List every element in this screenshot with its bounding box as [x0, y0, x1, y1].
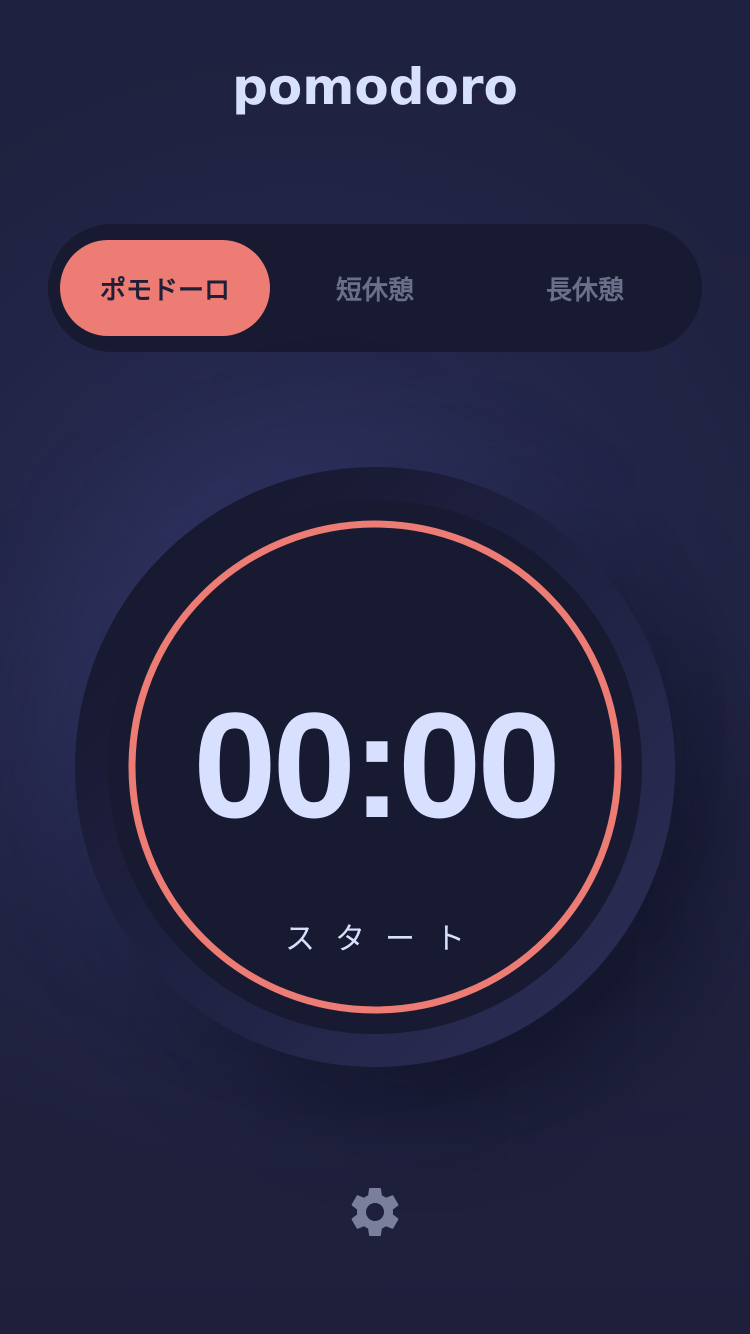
tab-short-break[interactable]: 短休憩: [270, 240, 480, 336]
gear-icon: [351, 1188, 399, 1236]
mode-selector: ポモドーロ 短休憩 長休憩: [48, 224, 702, 352]
tab-pomodoro[interactable]: ポモドーロ: [60, 240, 270, 336]
settings-button[interactable]: [343, 1180, 407, 1244]
start-button[interactable]: スタート: [125, 914, 625, 958]
tab-long-break[interactable]: 長休憩: [480, 240, 690, 336]
app-title: pomodoro: [232, 58, 518, 116]
time-display: 00:00: [193, 681, 561, 849]
